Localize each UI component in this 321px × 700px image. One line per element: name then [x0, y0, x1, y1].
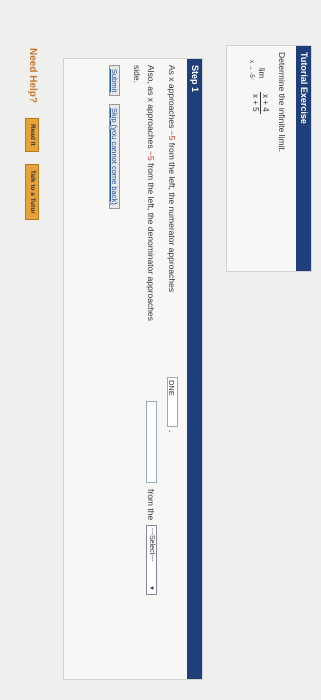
- numerator-answer-input[interactable]: DNE: [167, 377, 178, 427]
- skip-button[interactable]: Skip (you cannot come back): [109, 104, 120, 209]
- denominator-answer-input[interactable]: [146, 401, 157, 483]
- line2-prefix: Also, as x approaches: [146, 65, 156, 149]
- instruction-text: Determine the infinite limit.: [277, 52, 287, 153]
- period-1: .: [167, 430, 177, 433]
- limit-word: lim: [257, 68, 266, 79]
- limit-subscript: x → -5⁻: [248, 60, 254, 81]
- tutorial-exercise-panel: Tutorial Exercise Determine the infinite…: [226, 45, 312, 272]
- line1-prefix: As x approaches: [167, 65, 177, 129]
- fraction-denominator: x + 5: [251, 94, 260, 112]
- limit-fraction: x + 4 x + 5: [251, 92, 270, 114]
- line2-value: −5: [146, 151, 156, 161]
- step-line-3: side.: [132, 65, 142, 83]
- need-help-label: Need Help?: [27, 48, 38, 104]
- step-panel: Step 1 As x approaches −5 from the left,…: [63, 58, 203, 680]
- talk-to-tutor-button[interactable]: Talk to a Tutor: [25, 164, 39, 220]
- step-line-2: Also, as x approaches −5 from the left, …: [146, 65, 156, 321]
- line1-value: −5: [167, 130, 177, 141]
- line2-suffix: from the left, the denominator approache…: [146, 163, 156, 321]
- line1-suffix: from the left, the numerator approaches: [167, 142, 177, 293]
- fraction-numerator: x + 4: [260, 92, 270, 114]
- read-it-button[interactable]: Read It: [25, 118, 39, 152]
- tutorial-header: Tutorial Exercise: [296, 46, 311, 271]
- side-select-value: ---Select---: [148, 528, 155, 562]
- submit-button[interactable]: Submit: [109, 65, 120, 97]
- step-header: Step 1: [187, 59, 202, 679]
- side-select[interactable]: ---Select--- ▼: [146, 525, 157, 595]
- step-line-1: As x approaches −5 from the left, the nu…: [167, 65, 177, 292]
- chevron-down-icon: ▼: [148, 585, 154, 591]
- photo-of-screen: Tutorial Exercise Determine the infinite…: [0, 0, 321, 700]
- line2-tail: from the: [146, 489, 156, 521]
